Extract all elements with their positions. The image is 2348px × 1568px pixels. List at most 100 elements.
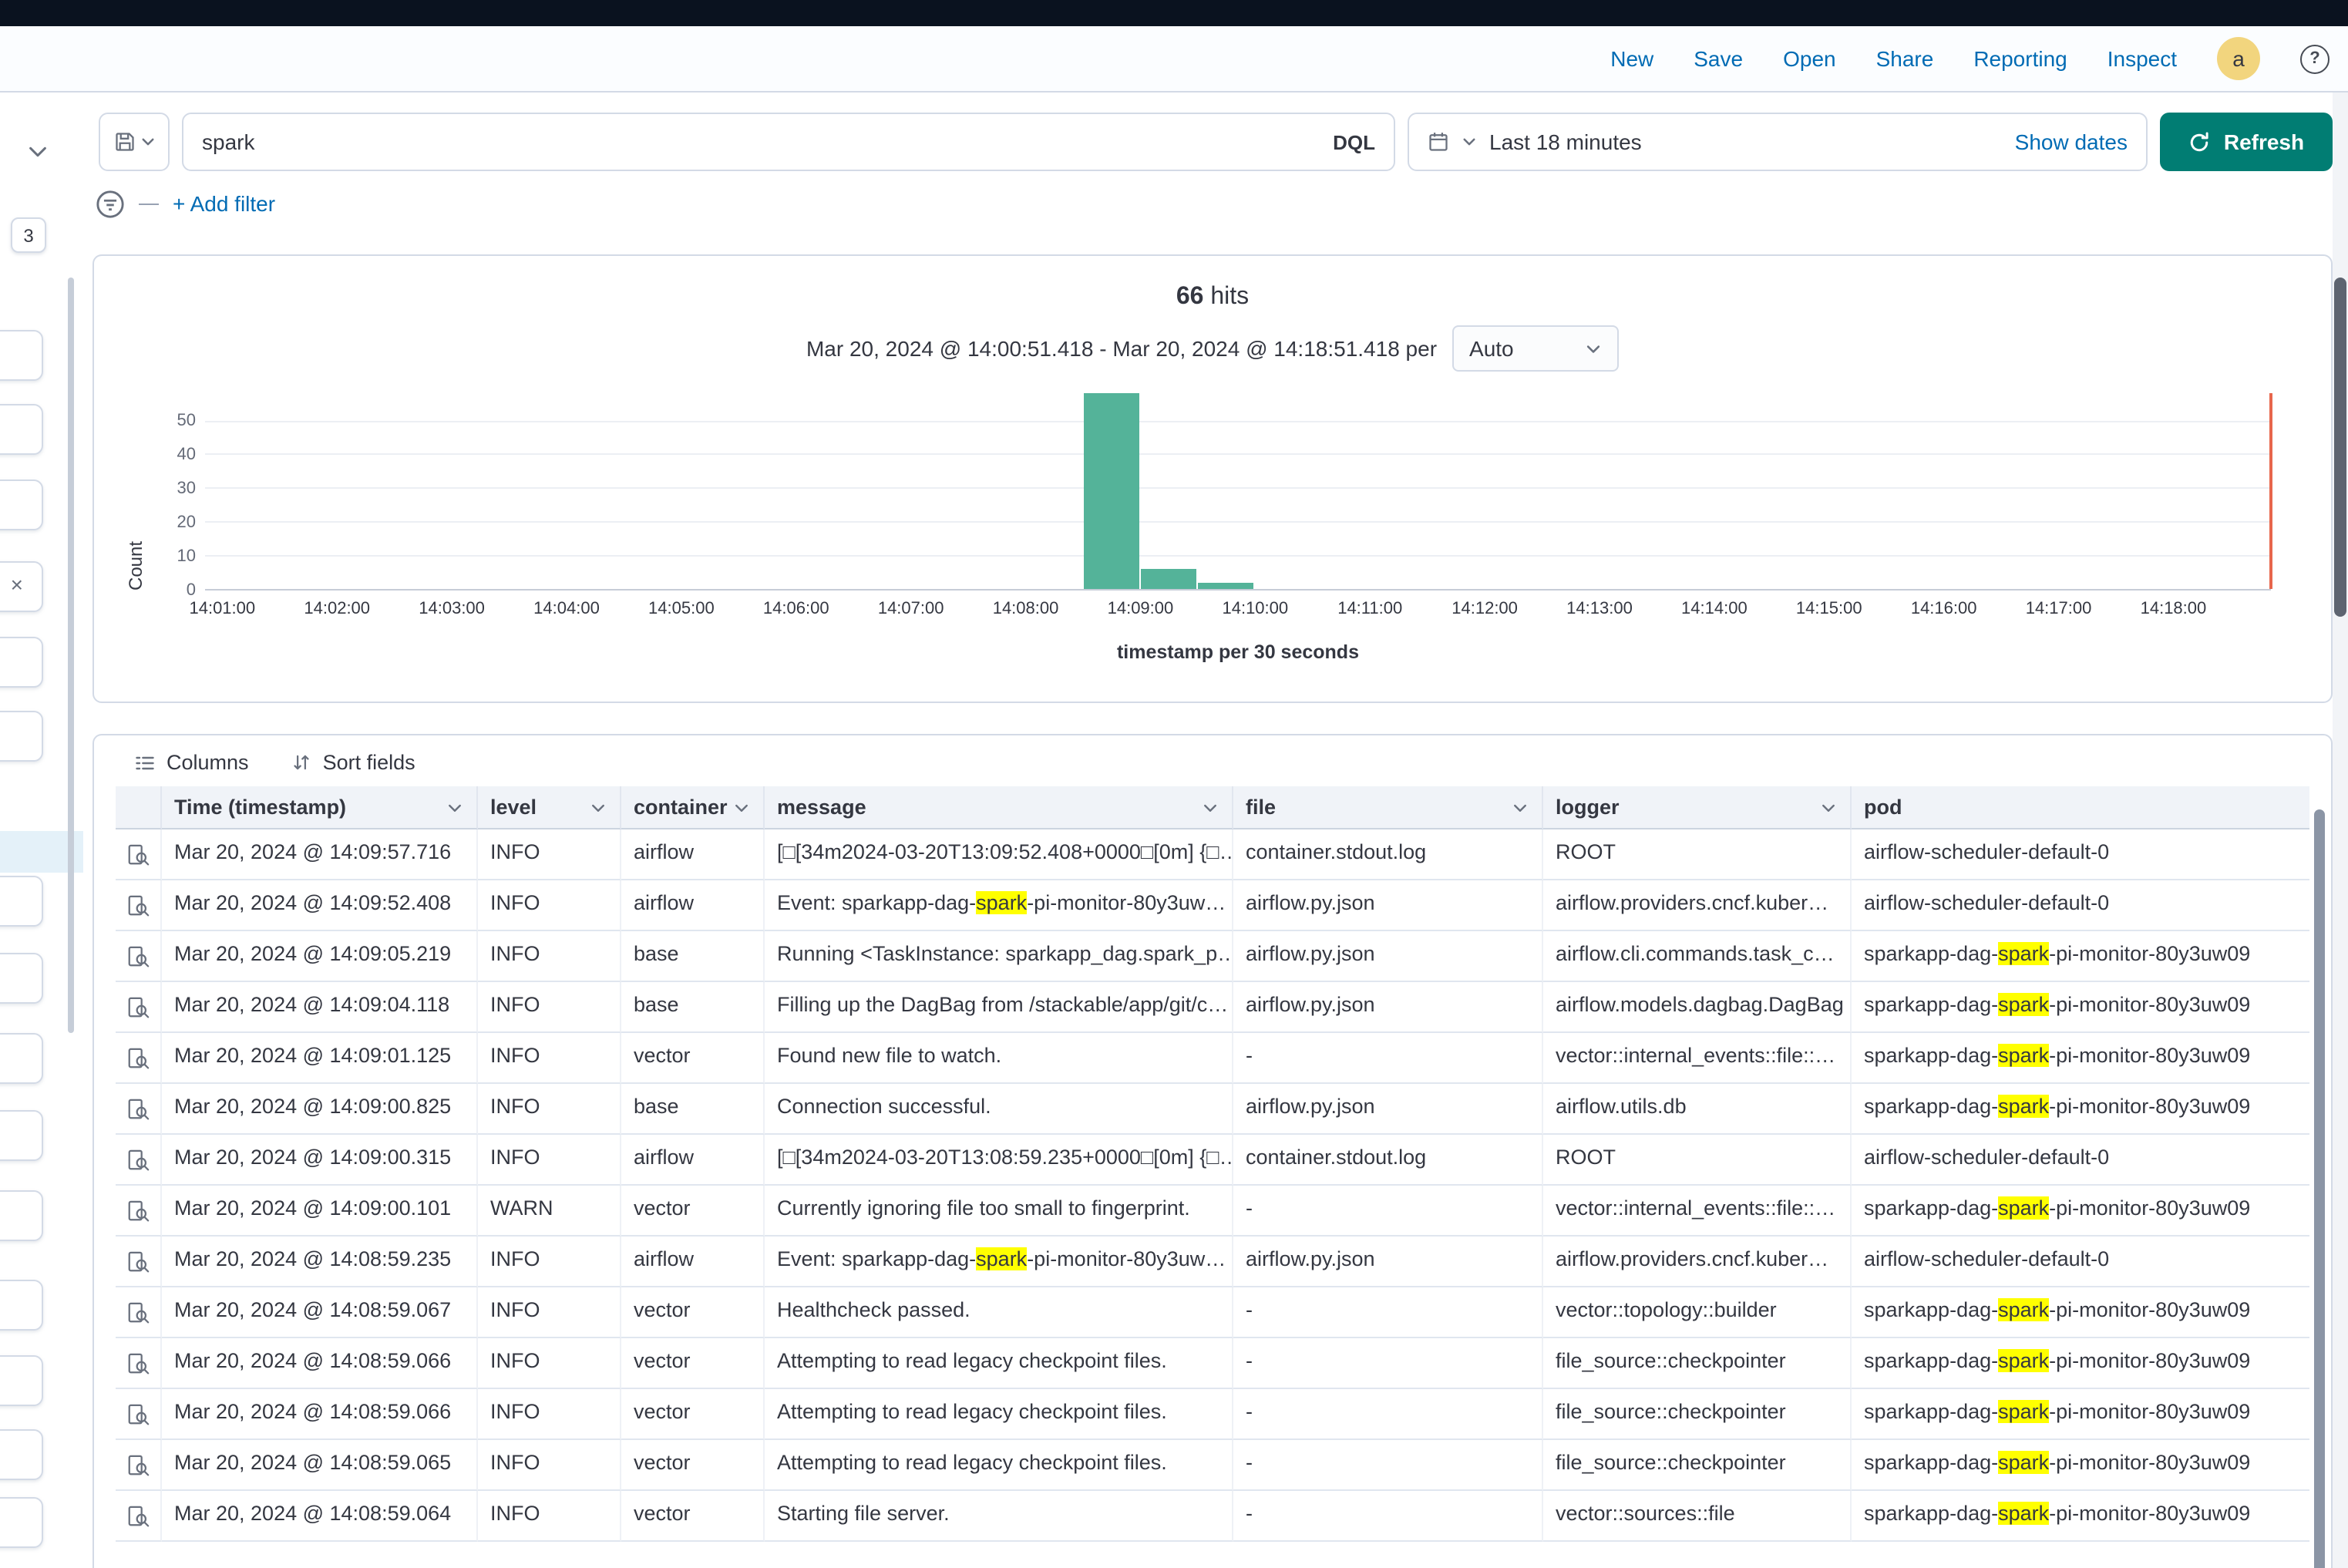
sort-chevron-icon[interactable] bbox=[1511, 798, 1529, 816]
cell-message: Connection successful. bbox=[765, 1084, 1233, 1135]
field-pill[interactable] bbox=[0, 1110, 43, 1161]
add-filter-button[interactable]: + Add filter bbox=[173, 191, 275, 216]
cell-time: Mar 20, 2024 @ 14:09:04.118 bbox=[162, 982, 478, 1033]
time-range-value[interactable]: Last 18 minutes bbox=[1489, 130, 2003, 154]
field-pill[interactable] bbox=[0, 1355, 43, 1406]
expand-row-button[interactable] bbox=[116, 1084, 162, 1135]
remove-field-icon[interactable]: × bbox=[11, 574, 23, 595]
cell-logger: airflow.cli.commands.task_c… bbox=[1543, 931, 1852, 982]
chevron-down-icon bbox=[25, 140, 49, 163]
refresh-button[interactable]: Refresh bbox=[2160, 113, 2333, 171]
column-header-time[interactable]: Time (timestamp) bbox=[162, 786, 478, 829]
nav-item-new[interactable]: New bbox=[1610, 46, 1653, 71]
cell-file: airflow.py.json bbox=[1233, 1084, 1543, 1135]
field-pill[interactable] bbox=[0, 1033, 43, 1084]
documents-panel: Columns Sort fields Time (timestamp)leve… bbox=[93, 734, 2333, 1568]
sort-chevron-icon[interactable] bbox=[732, 798, 751, 816]
current-time-marker bbox=[2269, 393, 2272, 589]
inspect-document-icon bbox=[126, 995, 150, 1018]
cell-level: INFO bbox=[478, 982, 621, 1033]
field-pill[interactable] bbox=[0, 404, 43, 455]
nav-item-share[interactable]: Share bbox=[1876, 46, 1934, 71]
show-dates-link[interactable]: Show dates bbox=[2015, 130, 2128, 154]
search-input[interactable]: spark bbox=[202, 130, 254, 154]
histogram-bar[interactable] bbox=[1083, 393, 1139, 589]
expand-row-button[interactable] bbox=[116, 931, 162, 982]
highlighted-term: spark bbox=[1998, 942, 2049, 965]
sort-chevron-icon[interactable] bbox=[1819, 798, 1838, 816]
sort-chevron-icon[interactable] bbox=[1201, 798, 1219, 816]
field-pill[interactable] bbox=[0, 1190, 43, 1241]
cell-container: base bbox=[621, 982, 765, 1033]
nav-item-open[interactable]: Open bbox=[1783, 46, 1836, 71]
column-header-file[interactable]: file bbox=[1233, 786, 1543, 829]
query-language-button[interactable]: DQL bbox=[1333, 130, 1375, 153]
collapse-sidebar-button[interactable] bbox=[15, 130, 59, 173]
expand-row-button[interactable] bbox=[116, 1135, 162, 1186]
table-scrollbar[interactable] bbox=[2314, 809, 2325, 1568]
cell-container: vector bbox=[621, 1186, 765, 1237]
avatar[interactable]: a bbox=[2217, 37, 2260, 80]
nav-item-reporting[interactable]: Reporting bbox=[1973, 46, 2067, 71]
saved-query-menu-button[interactable] bbox=[99, 113, 170, 171]
field-pill[interactable] bbox=[0, 479, 43, 530]
expand-row-button[interactable] bbox=[116, 880, 162, 931]
histogram-bar[interactable] bbox=[1198, 582, 1253, 589]
columns-button[interactable]: Columns bbox=[134, 751, 249, 774]
column-header-message[interactable]: message bbox=[765, 786, 1233, 829]
cell-time: Mar 20, 2024 @ 14:08:59.066 bbox=[162, 1338, 478, 1389]
cell-message: Starting file server. bbox=[765, 1491, 1233, 1542]
list-icon bbox=[134, 752, 156, 773]
nav-item-inspect[interactable]: Inspect bbox=[2107, 46, 2177, 71]
field-pill[interactable] bbox=[0, 711, 43, 762]
x-axis-tick-label: 14:13:00 bbox=[1566, 600, 1633, 618]
expand-row-button[interactable] bbox=[116, 829, 162, 880]
nav-item-save[interactable]: Save bbox=[1694, 46, 1743, 71]
expand-row-button[interactable] bbox=[116, 1033, 162, 1084]
field-pill[interactable] bbox=[0, 876, 43, 927]
field-pill[interactable] bbox=[0, 1280, 43, 1331]
expand-row-button[interactable] bbox=[116, 982, 162, 1033]
cell-pod: airflow-scheduler-default-0 bbox=[1852, 829, 2309, 880]
window-scrollbar-track[interactable] bbox=[2333, 93, 2348, 1568]
cell-file: - bbox=[1233, 1338, 1543, 1389]
cell-file: - bbox=[1233, 1389, 1543, 1440]
expand-row-button[interactable] bbox=[116, 1338, 162, 1389]
x-axis-tick-label: 14:16:00 bbox=[1911, 600, 1977, 618]
sort-fields-button[interactable]: Sort fields bbox=[292, 751, 415, 774]
sidebar-scrollbar[interactable] bbox=[68, 278, 74, 1033]
cell-logger: file_source::checkpointer bbox=[1543, 1440, 1852, 1491]
field-pill[interactable] bbox=[0, 953, 43, 1004]
field-pill[interactable] bbox=[0, 1497, 43, 1548]
column-header-logger[interactable]: logger bbox=[1543, 786, 1852, 829]
histogram-bar[interactable] bbox=[1140, 569, 1196, 589]
column-header-pod[interactable]: pod bbox=[1852, 786, 2309, 829]
cell-pod: sparkapp-dag-spark-pi-monitor-80y3uw09 bbox=[1852, 1033, 2309, 1084]
sort-chevron-icon[interactable] bbox=[446, 798, 464, 816]
expand-row-button[interactable] bbox=[116, 1440, 162, 1491]
field-pill[interactable] bbox=[0, 637, 43, 688]
column-header-level[interactable]: level bbox=[478, 786, 621, 829]
interval-select[interactable]: Auto bbox=[1452, 325, 1619, 372]
sort-chevron-icon[interactable] bbox=[589, 798, 607, 816]
field-pill[interactable] bbox=[0, 330, 43, 381]
field-pill[interactable] bbox=[0, 1429, 43, 1480]
expand-row-button[interactable] bbox=[116, 1186, 162, 1237]
cell-level: INFO bbox=[478, 880, 621, 931]
cell-file: airflow.py.json bbox=[1233, 1237, 1543, 1287]
cell-pod: sparkapp-dag-spark-pi-monitor-80y3uw09 bbox=[1852, 931, 2309, 982]
selected-fields-count-badge[interactable]: 3 bbox=[11, 217, 46, 253]
expand-row-button[interactable] bbox=[116, 1389, 162, 1440]
calendar-icon[interactable] bbox=[1428, 131, 1449, 153]
field-pill[interactable]: × bbox=[0, 561, 43, 612]
cell-container: vector bbox=[621, 1287, 765, 1338]
column-header-container[interactable]: container bbox=[621, 786, 765, 829]
expand-row-button[interactable] bbox=[116, 1491, 162, 1542]
window-scrollbar-thumb[interactable] bbox=[2334, 278, 2346, 617]
inspect-document-icon bbox=[126, 1351, 150, 1375]
cell-time: Mar 20, 2024 @ 14:09:01.125 bbox=[162, 1033, 478, 1084]
expand-row-button[interactable] bbox=[116, 1237, 162, 1287]
filter-icon[interactable] bbox=[96, 189, 125, 218]
expand-row-button[interactable] bbox=[116, 1287, 162, 1338]
help-icon[interactable]: ? bbox=[2300, 44, 2329, 73]
